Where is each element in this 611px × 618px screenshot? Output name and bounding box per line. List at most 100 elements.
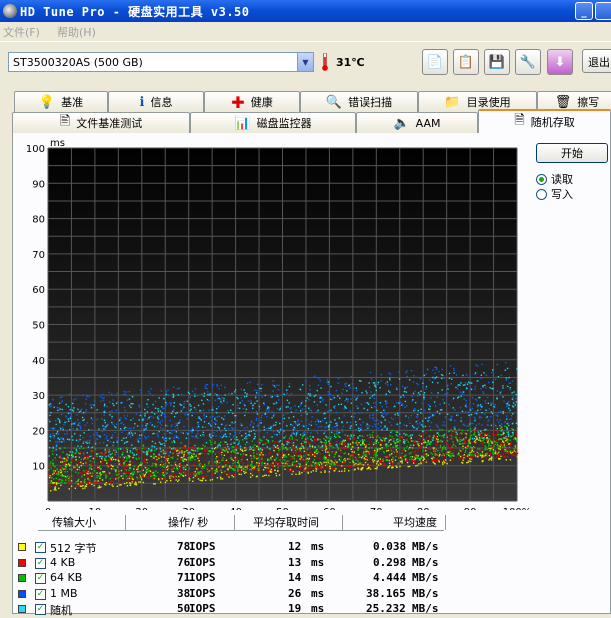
- scatter-point: [129, 405, 131, 407]
- scatter-point: [342, 446, 344, 449]
- scatter-point: [425, 373, 427, 375]
- save-button[interactable]: 💾: [484, 49, 510, 75]
- scatter-point: [232, 458, 234, 460]
- scatter-point: [416, 464, 419, 467]
- series-checkbox[interactable]: ✓: [35, 589, 46, 600]
- scatter-point: [235, 445, 238, 448]
- row-speed-value: 25.232: [366, 602, 406, 615]
- scatter-point: [123, 427, 126, 429]
- scatter-point: [495, 414, 497, 416]
- maximize-button[interactable]: [595, 2, 611, 20]
- scatter-point: [357, 449, 359, 451]
- scatter-point: [372, 459, 374, 461]
- copy-info-button[interactable]: 📋: [453, 49, 479, 75]
- scatter-point: [244, 392, 246, 394]
- scatter-point: [479, 448, 481, 450]
- scatter-point: [71, 423, 73, 425]
- download-button[interactable]: ⬇: [547, 49, 573, 75]
- scatter-point: [375, 453, 378, 455]
- tab-random-access[interactable]: 🗎 随机存取: [478, 109, 611, 133]
- scatter-point: [48, 404, 51, 406]
- scatter-point: [317, 445, 320, 447]
- read-radio[interactable]: [536, 173, 547, 185]
- scatter-point: [253, 454, 255, 457]
- scatter-point: [341, 421, 343, 423]
- series-checkbox[interactable]: ✓: [35, 558, 46, 569]
- scatter-point: [159, 463, 162, 466]
- scatter-point: [171, 470, 173, 473]
- drive-select[interactable]: ST3500320AS (500 GB): [8, 52, 314, 72]
- series-checkbox[interactable]: ✓: [35, 542, 46, 553]
- scatter-point: [281, 448, 284, 450]
- tab-health[interactable]: ✚ 健康: [204, 91, 300, 112]
- tab-benchmark[interactable]: 💡 基准: [14, 91, 108, 112]
- scatter-point: [437, 426, 439, 429]
- tab-disk-monitor[interactable]: 📊 磁盘监控器: [190, 112, 356, 133]
- tab-error-scan[interactable]: 🔍 错误扫描: [300, 91, 418, 112]
- copy-text-button[interactable]: 📄: [422, 49, 448, 75]
- scatter-point: [433, 414, 435, 416]
- tab-info[interactable]: ℹ 信息: [108, 91, 204, 112]
- scatter-point: [209, 479, 212, 481]
- scatter-point: [97, 462, 99, 465]
- scatter-point: [340, 448, 342, 451]
- radio-read-row[interactable]: 读取: [536, 171, 573, 187]
- row-time-unit: ms: [311, 587, 325, 600]
- scatter-point: [300, 458, 303, 461]
- scatter-point: [405, 454, 407, 456]
- scatter-point: [373, 397, 375, 399]
- menu-file[interactable]: 文件(F): [3, 24, 40, 40]
- scatter-point: [349, 461, 351, 464]
- series-checkbox[interactable]: ✓: [35, 573, 46, 584]
- start-button[interactable]: 开始: [536, 143, 608, 163]
- scatter-point: [325, 404, 327, 406]
- chevron-down-icon[interactable]: ▼: [297, 53, 313, 71]
- scatter-point: [267, 441, 269, 444]
- scatter-point: [254, 467, 256, 469]
- scatter-point: [510, 452, 512, 454]
- scatter-point: [399, 395, 401, 397]
- scatter-point: [215, 462, 218, 465]
- scatter-point: [480, 454, 482, 457]
- scatter-point: [484, 445, 486, 447]
- scatter-point: [474, 419, 476, 422]
- exit-button[interactable]: 退出: [582, 49, 611, 73]
- series-checkbox[interactable]: ✓: [35, 604, 46, 615]
- tab-file-benchmark[interactable]: 🖹 文件基准测试: [12, 112, 190, 133]
- scatter-point: [327, 467, 329, 470]
- scatter-point: [514, 437, 516, 439]
- scatter-point: [259, 442, 261, 444]
- write-radio[interactable]: [536, 188, 547, 200]
- scatter-point: [332, 467, 334, 470]
- scatter-point: [438, 461, 440, 463]
- scatter-point: [252, 407, 254, 410]
- scatter-point: [341, 428, 343, 430]
- tab-aam[interactable]: 🔈 AAM: [356, 112, 478, 133]
- scatter-point: [350, 435, 352, 437]
- scatter-point: [343, 458, 346, 461]
- scatter-point: [492, 451, 494, 454]
- scatter-point: [149, 421, 152, 424]
- scatter-point: [477, 448, 479, 450]
- minimize-button[interactable]: _: [575, 2, 593, 20]
- scatter-point: [374, 419, 376, 422]
- scatter-point: [149, 475, 152, 478]
- scatter-point: [428, 379, 431, 381]
- scatter-point: [255, 396, 257, 399]
- radio-write-row[interactable]: 写入: [536, 186, 573, 202]
- scatter-point: [355, 405, 358, 407]
- scatter-point: [384, 434, 387, 437]
- scatter-point: [470, 446, 472, 448]
- scatter-point: [352, 446, 355, 448]
- scatter-point: [422, 426, 424, 428]
- scatter-point: [411, 395, 413, 397]
- scatter-point: [105, 455, 107, 458]
- copy-text-icon: 📄: [426, 54, 444, 70]
- scatter-point: [191, 431, 193, 434]
- scatter-point: [458, 449, 461, 451]
- scatter-point: [171, 477, 174, 479]
- scatter-point: [487, 445, 490, 447]
- options-button[interactable]: 🔧: [515, 49, 541, 75]
- scatter-point: [79, 483, 81, 486]
- menu-help[interactable]: 帮助(H): [57, 24, 96, 40]
